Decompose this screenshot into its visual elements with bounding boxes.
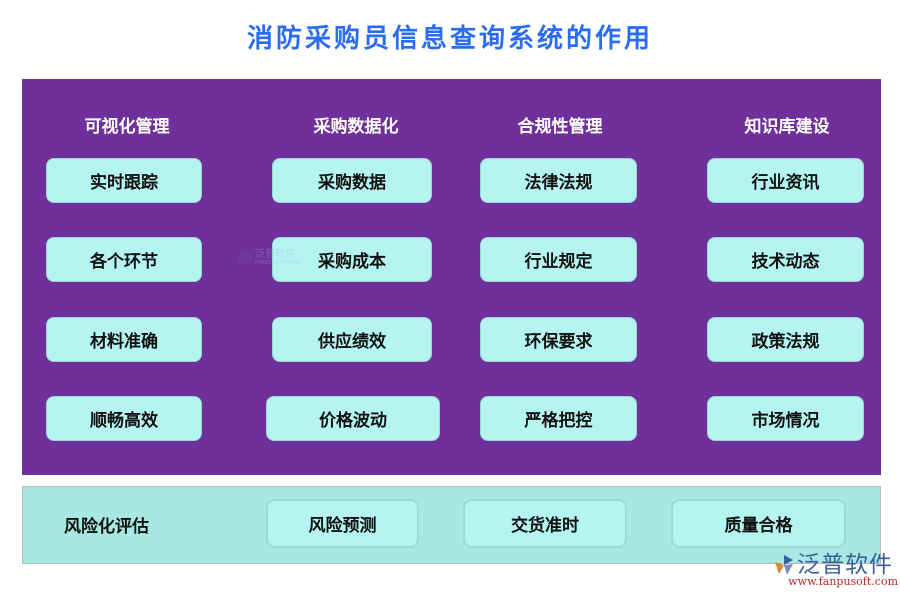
- item-box[interactable]: 行业规定: [480, 237, 637, 282]
- column-heading-data-procurement: 采购数据化: [313, 117, 399, 137]
- item-box[interactable]: 法律法规: [480, 158, 637, 203]
- column-heading-visual-management: 可视化管理: [84, 117, 170, 137]
- watermark: 泛普软件 FANPU SOFTWARE: [238, 250, 301, 266]
- brand-logo: 泛普软件 www.fanpusoft.com: [773, 553, 898, 588]
- item-box[interactable]: 严格把控: [480, 396, 637, 441]
- page-title: 消防采购员信息查询系统的作用: [246, 24, 653, 54]
- risk-assessment-label: 风险化评估: [64, 517, 149, 537]
- item-box[interactable]: 实时跟踪: [46, 158, 202, 203]
- brand-name: 泛普软件: [797, 552, 893, 578]
- item-box[interactable]: 环保要求: [480, 317, 637, 362]
- risk-item-box[interactable]: 质量合格: [671, 499, 846, 548]
- item-box[interactable]: 采购数据: [272, 158, 432, 203]
- item-box[interactable]: 市场情况: [707, 396, 864, 441]
- risk-item-box[interactable]: 风险预测: [266, 499, 419, 548]
- watermark-text: 泛普软件: [255, 249, 295, 260]
- column-heading-knowledge-base: 知识库建设: [744, 117, 830, 137]
- item-box[interactable]: 行业资讯: [707, 158, 864, 203]
- fanpu-logo-icon: [238, 251, 252, 265]
- item-box[interactable]: 政策法规: [707, 317, 864, 362]
- column-heading-compliance: 合规性管理: [517, 117, 603, 137]
- brand-url: www.fanpusoft.com: [788, 575, 898, 588]
- item-box[interactable]: 顺畅高效: [46, 396, 202, 441]
- fanpu-logo-icon: [773, 554, 795, 576]
- item-box[interactable]: 技术动态: [707, 237, 864, 282]
- item-box[interactable]: 供应绩效: [272, 317, 432, 362]
- risk-item-box[interactable]: 交货准时: [463, 499, 627, 548]
- item-box[interactable]: 材料准确: [46, 317, 202, 362]
- item-box[interactable]: 各个环节: [46, 237, 202, 282]
- item-box[interactable]: 价格波动: [266, 396, 440, 441]
- watermark-subtext: FANPU SOFTWARE: [255, 260, 301, 266]
